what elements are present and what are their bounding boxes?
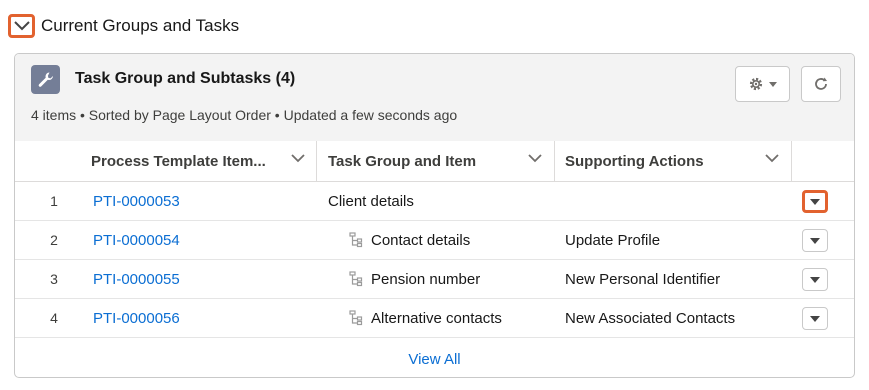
row-number: 3 <box>50 271 58 287</box>
row-actions-button[interactable] <box>802 307 828 330</box>
column-label: Process Template Item... <box>91 152 266 170</box>
record-link[interactable]: PTI-0000054 <box>93 221 180 259</box>
row-actions-button[interactable] <box>802 229 828 252</box>
task-item-name: Alternative contacts <box>349 299 502 337</box>
task-item-name: Contact details <box>349 221 470 259</box>
wrench-icon <box>31 65 60 94</box>
section-title: Current Groups and Tasks <box>41 16 240 35</box>
caret-down-icon <box>810 276 820 283</box>
column-header-process-template-item[interactable]: Process Template Item... <box>91 141 317 181</box>
hierarchy-icon <box>349 310 363 326</box>
record-link[interactable]: PTI-0000055 <box>93 260 180 298</box>
chevron-down-icon[interactable] <box>765 154 779 163</box>
column-divider[interactable] <box>791 141 792 181</box>
hierarchy-icon <box>349 232 363 248</box>
chevron-down-icon[interactable] <box>528 154 542 163</box>
table-row: 2 PTI-0000054 Contact details Update Pro… <box>15 221 854 260</box>
card-title[interactable]: Task Group and Subtasks (4) <box>75 70 295 88</box>
column-header-task-group-and-item[interactable]: Task Group and Item <box>328 141 554 181</box>
card-meta-text: 4 items • Sorted by Page Layout Order • … <box>31 107 458 123</box>
task-item-label: Alternative contacts <box>371 309 502 327</box>
view-all-link[interactable]: View All <box>408 351 460 368</box>
record-link[interactable]: PTI-0000056 <box>93 299 180 337</box>
row-number: 4 <box>50 310 58 326</box>
caret-down-icon <box>810 315 820 322</box>
list-settings-button[interactable] <box>735 66 790 102</box>
section-header: Current Groups and Tasks <box>8 12 239 40</box>
table-row: 3 PTI-0000055 Pension number New Persona… <box>15 260 854 299</box>
task-item-label: Pension number <box>371 270 481 288</box>
data-table: Process Template Item... Task Group and … <box>15 141 854 338</box>
table-row: 4 PTI-0000056 Alternative contacts New A… <box>15 299 854 338</box>
gear-icon <box>749 77 763 91</box>
column-header-supporting-actions[interactable]: Supporting Actions <box>565 141 791 181</box>
table-header: Process Template Item... Task Group and … <box>15 141 854 182</box>
column-divider[interactable] <box>554 141 555 181</box>
section-toggle-button[interactable] <box>8 14 35 38</box>
caret-down-icon <box>769 81 777 87</box>
card-header: Task Group and Subtasks (4) 4 items • So… <box>15 54 854 142</box>
supporting-action: New Associated Contacts <box>565 309 736 327</box>
supporting-action: Update Profile <box>565 231 661 249</box>
related-list-card: Task Group and Subtasks (4) 4 items • So… <box>14 53 855 378</box>
row-actions-button[interactable] <box>802 190 828 213</box>
row-number: 2 <box>50 232 58 248</box>
table-row: 1 PTI-0000053 Client details <box>15 182 854 221</box>
refresh-button[interactable] <box>801 66 841 102</box>
supporting-action: New Personal Identifier <box>565 270 721 288</box>
row-actions-button[interactable] <box>802 268 828 291</box>
column-label: Task Group and Item <box>328 152 477 170</box>
task-group-label: Client details <box>328 192 414 210</box>
task-group-name: Client details <box>328 182 414 220</box>
hierarchy-icon <box>349 271 363 287</box>
column-label: Supporting Actions <box>565 152 704 170</box>
column-divider[interactable] <box>316 141 317 181</box>
row-number: 1 <box>50 193 58 209</box>
chevron-down-icon <box>13 21 30 31</box>
task-item-name: Pension number <box>349 260 480 298</box>
card-footer: View All <box>15 339 854 377</box>
task-item-label: Contact details <box>371 231 471 249</box>
refresh-icon <box>815 77 827 90</box>
caret-down-icon <box>810 237 820 244</box>
record-link[interactable]: PTI-0000053 <box>93 182 180 220</box>
chevron-down-icon[interactable] <box>291 154 305 163</box>
caret-down-icon <box>810 198 820 205</box>
